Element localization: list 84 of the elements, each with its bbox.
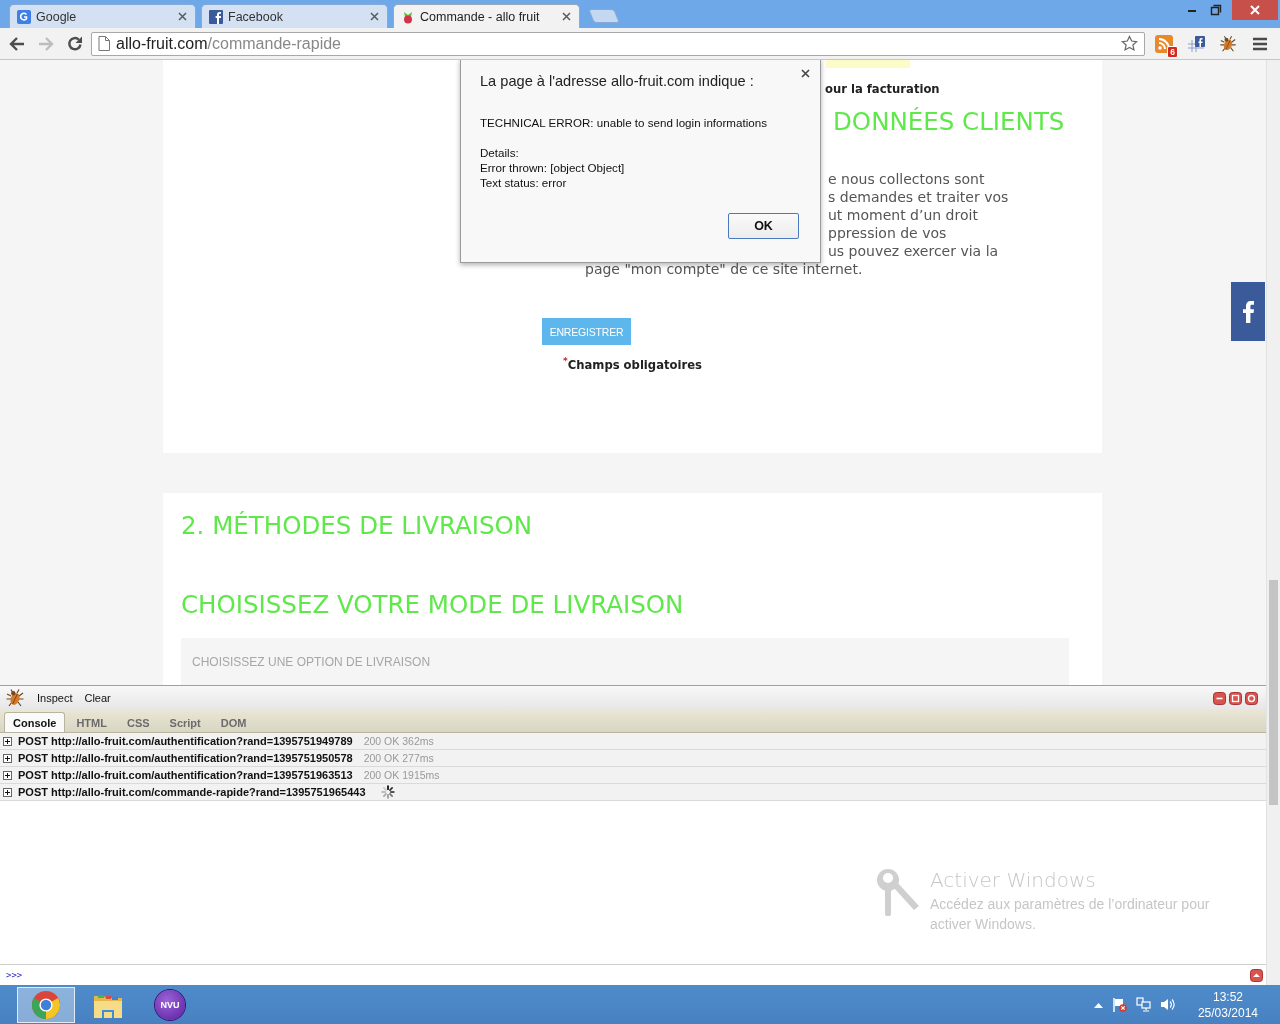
request-url: POST http://allo-fruit.com/commande-rapide?rand=1395751965443 (18, 786, 366, 798)
bug-icon[interactable] (1219, 34, 1237, 53)
paragraph-line: s demandes et traiter vos (828, 188, 1009, 206)
letter-g-icon (17, 9, 31, 24)
address-bar[interactable]: allo-fruit.com/commande-rapide (91, 31, 1145, 56)
section-heading: DONNÉES CLIENTS (833, 107, 1065, 137)
bug-icon[interactable] (5, 688, 25, 708)
delivery-option-field[interactable]: CHOISISSEZ UNE OPTION DE LIVRAISON (181, 638, 1069, 685)
request-url: POST http://allo-fruit.com/authentification?rand=1395751949789 (18, 735, 353, 747)
key-icon (875, 868, 922, 918)
caret-up-icon[interactable] (1093, 1001, 1103, 1008)
request-url: POST http://allo-fruit.com/authentification?rand=1395751950578 (18, 752, 353, 764)
log-row[interactable]: POST http://allo-fruit.com/commande-rapide?rand=1395751965443 (0, 784, 1266, 801)
letter-f-icon (209, 9, 223, 24)
devtools-tab[interactable]: Console (4, 712, 66, 732)
close-icon[interactable] (178, 12, 187, 21)
required-note: $^{*}$Champs obligatoires (563, 357, 702, 373)
toolbar-button[interactable]: Inspect (37, 692, 73, 704)
social-tab-button[interactable] (1231, 282, 1265, 341)
paragraph-line: e nous collectons sont (828, 170, 985, 188)
ok-button[interactable]: OK (728, 213, 799, 239)
status-text: 200 OK 1915ms (363, 769, 440, 781)
paragraph-line: ut moment d’un droit (828, 206, 978, 224)
browser-tab[interactable]: Google (9, 4, 196, 28)
error-details: Details: Error thrown: [object Object] Text status: error (480, 145, 625, 190)
close-icon (1250, 5, 1260, 15)
devtools-tab[interactable]: Script (160, 712, 210, 732)
taskbar-button[interactable] (17, 986, 75, 1023)
url-text: allo-fruit.com/commande-rapide (116, 34, 341, 53)
arrow-left-icon[interactable] (8, 34, 26, 53)
app-logo: NVU (155, 989, 185, 1020)
speaker-icon[interactable] (1159, 997, 1175, 1012)
badge-count: 6 (1167, 45, 1178, 58)
paragraph-line: us pouvez exercer via la (828, 242, 999, 260)
clock-time[interactable]: 13:52 (1212, 988, 1243, 1005)
devtools-tab[interactable]: HTML (67, 712, 116, 732)
devtools-tab[interactable]: DOM (211, 712, 256, 732)
status-text: 200 OK 277ms (363, 752, 434, 764)
flag-icon[interactable] (1111, 997, 1127, 1012)
scrollbar-thumb[interactable] (1269, 580, 1278, 805)
toolbar-button[interactable]: Clear (84, 692, 111, 704)
paragraph-line: page "mon compte" de ce site internet. (585, 260, 863, 278)
section-subheading: CHOISISSEZ VOTRE MODE DE LIVRAISON (181, 590, 684, 620)
expand-icon[interactable] (3, 753, 12, 763)
expand-icon[interactable] (3, 736, 12, 746)
scrollbar-track[interactable] (1266, 60, 1280, 985)
maximize-icon[interactable] (1229, 691, 1242, 705)
letter-f-grid-icon[interactable] (1187, 34, 1205, 53)
paragraph-line: ppression de vos (828, 224, 947, 242)
dialog-title: La page à l'adresse allo-fruit.com indique : (480, 72, 754, 91)
log-row[interactable]: POST http://allo-fruit.com/authentification?rand=1395751963513 200 OK 1915ms (0, 767, 1266, 784)
close-icon[interactable] (370, 12, 379, 21)
reload-icon[interactable] (66, 34, 84, 53)
caret-up-icon[interactable] (1250, 968, 1263, 982)
star-icon[interactable] (1121, 35, 1138, 52)
log-row[interactable]: POST http://allo-fruit.com/authentification?rand=1395751949789 200 OK 362ms (0, 733, 1266, 750)
page-icon (98, 36, 110, 51)
browser-tab[interactable]: Facebook (201, 4, 388, 28)
command-prompt: >>> (6, 970, 23, 980)
status-text: 200 OK 362ms (363, 735, 434, 747)
expand-icon[interactable] (3, 770, 12, 780)
section-heading: 2. MÉTHODES DE LIVRAISON (181, 511, 533, 541)
error-message: TECHNICAL ERROR: unable to send login informations (480, 115, 767, 130)
network-icon[interactable] (1135, 997, 1151, 1012)
menu-icon[interactable] (1253, 36, 1267, 51)
fruit-icon (401, 9, 415, 24)
close-button[interactable] (1232, 0, 1278, 20)
expand-icon[interactable] (3, 787, 12, 797)
billing-label: our la facturation (825, 81, 940, 97)
activation-title: Activer Windows (930, 868, 1096, 892)
tricolor-circle-icon (31, 989, 61, 1020)
activation-text: Accédez aux paramètres de l’ordinateur pour activer Windows. (930, 895, 1211, 934)
letter-f-icon (1242, 300, 1254, 323)
log-row[interactable]: POST http://allo-fruit.com/authentification?rand=1395751950578 200 OK 277ms (0, 750, 1266, 767)
minimize-icon[interactable] (1213, 691, 1226, 705)
feed-icon[interactable] (1155, 34, 1173, 53)
devtools-tab[interactable]: CSS (117, 712, 159, 732)
close-icon[interactable] (562, 12, 571, 21)
clock-date[interactable]: 25/03/2014 (1197, 1004, 1258, 1021)
request-url: POST http://allo-fruit.com/authentification?rand=1395751963513 (18, 769, 353, 781)
close-icon[interactable] (801, 69, 810, 78)
taskbar-button[interactable]: NVU (141, 986, 199, 1023)
browser-tab[interactable]: Commande - allo fruit (393, 4, 580, 28)
close-icon[interactable] (1245, 691, 1258, 705)
